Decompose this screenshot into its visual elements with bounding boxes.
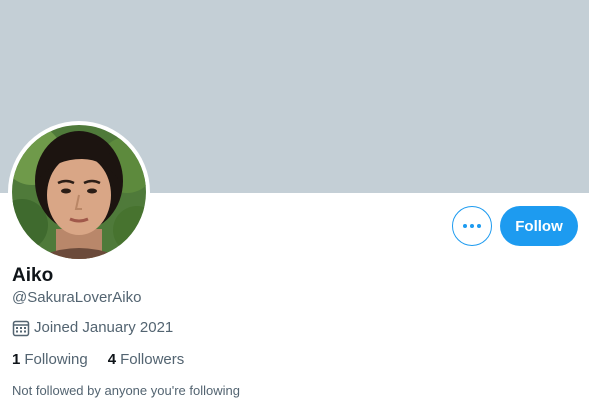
followers-label: Followers [120,351,185,368]
following-link[interactable]: 1 Following [12,350,88,370]
more-horizontal-icon [463,224,467,228]
avatar[interactable] [8,121,150,263]
follow-stats: 1 Following 4 Followers [12,350,204,370]
following-count: 1 [12,351,21,368]
follow-button[interactable]: Follow [500,206,578,246]
more-options-button[interactable] [452,206,492,246]
joined-label: Joined January 2021 [34,319,174,336]
followers-count: 4 [107,351,117,368]
following-label: Following [24,351,88,368]
followed-by-note: Not followed by anyone you're following [12,383,240,398]
more-horizontal-icon-dot [470,224,474,228]
calendar-icon [12,320,30,337]
joined-date: Joined January 2021 [12,318,173,338]
user-handle: @SakuraLoverAiko [12,289,142,306]
display-name: Aiko [12,265,54,286]
followers-link[interactable]: 4 Followers [108,350,185,370]
more-horizontal-icon-dot [477,224,481,228]
avatar-photo [12,125,146,259]
